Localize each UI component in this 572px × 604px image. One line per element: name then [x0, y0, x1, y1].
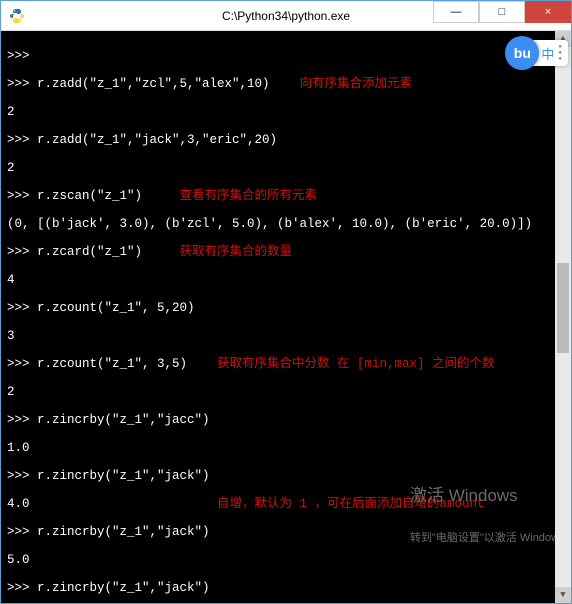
- term-line: 2: [7, 385, 565, 399]
- annotation-card: 获取有序集合的数量: [180, 245, 293, 259]
- baidu-ime-widget[interactable]: bu 中 ●●●: [505, 36, 568, 70]
- term-line: >>> r.zincrby("z_1","jack"): [7, 469, 565, 483]
- annotation-add: 向有序集合添加元素: [300, 77, 413, 91]
- term-line: >>> r.zincrby("z_1","jacc"): [7, 413, 565, 427]
- scroll-down-button[interactable]: ▼: [555, 587, 571, 603]
- maximize-button[interactable]: □: [479, 1, 525, 23]
- close-button[interactable]: ×: [525, 1, 571, 23]
- terminal-output[interactable]: >>> >>> r.zadd("z_1","zcl",5,"alex",10) …: [1, 31, 571, 603]
- vertical-scrollbar[interactable]: ▲ ▼: [555, 31, 571, 603]
- annotation-count: 获取有序集合中分数 在 [min,max] 之间的个数: [217, 357, 495, 371]
- term-line: 5.0: [7, 553, 565, 567]
- python-icon: [9, 8, 25, 24]
- term-line: 2: [7, 161, 565, 175]
- term-line: >>> r.zcount("z_1", 3,5) 获取有序集合中分数 在 [mi…: [7, 357, 565, 371]
- term-line: >>> r.zscan("z_1") 查看有序集合的所有元素: [7, 189, 565, 203]
- annotation-scan: 查看有序集合的所有元素: [180, 189, 318, 203]
- term-line: 2: [7, 105, 565, 119]
- term-line: >>> r.zcard("z_1") 获取有序集合的数量: [7, 245, 565, 259]
- term-line: 4: [7, 273, 565, 287]
- annotation-incr: 自增，默认为 1 ，可在后面添加自增的amount: [217, 497, 485, 511]
- term-line: 1.0: [7, 441, 565, 455]
- ime-language-label: 中: [541, 44, 554, 63]
- term-line: 4.0 自增，默认为 1 ，可在后面添加自增的amount: [7, 497, 565, 511]
- term-line: (0, [(b'jack', 3.0), (b'zcl', 5.0), (b'a…: [7, 217, 565, 231]
- app-window: C:\Python34\python.exe — □ × >>> >>> r.z…: [0, 0, 572, 604]
- window-controls: — □ ×: [433, 1, 571, 30]
- term-line: >>> r.zcount("z_1", 5,20): [7, 301, 565, 315]
- scroll-thumb[interactable]: [557, 263, 569, 353]
- scroll-track[interactable]: [555, 47, 571, 587]
- term-line: >>> r.zadd("z_1","jack",3,"eric",20): [7, 133, 565, 147]
- term-line: >>> r.zadd("z_1","zcl",5,"alex",10) 向有序集…: [7, 77, 565, 91]
- term-line: >>> r.zincrby("z_1","jack"): [7, 525, 565, 539]
- titlebar[interactable]: C:\Python34\python.exe — □ ×: [1, 1, 571, 31]
- term-line: 3: [7, 329, 565, 343]
- minimize-button[interactable]: —: [433, 1, 479, 23]
- term-line: >>> r.zincrby("z_1","jack"): [7, 581, 565, 595]
- term-line: >>>: [7, 49, 565, 63]
- ime-menu-icon: ●●●: [558, 44, 562, 62]
